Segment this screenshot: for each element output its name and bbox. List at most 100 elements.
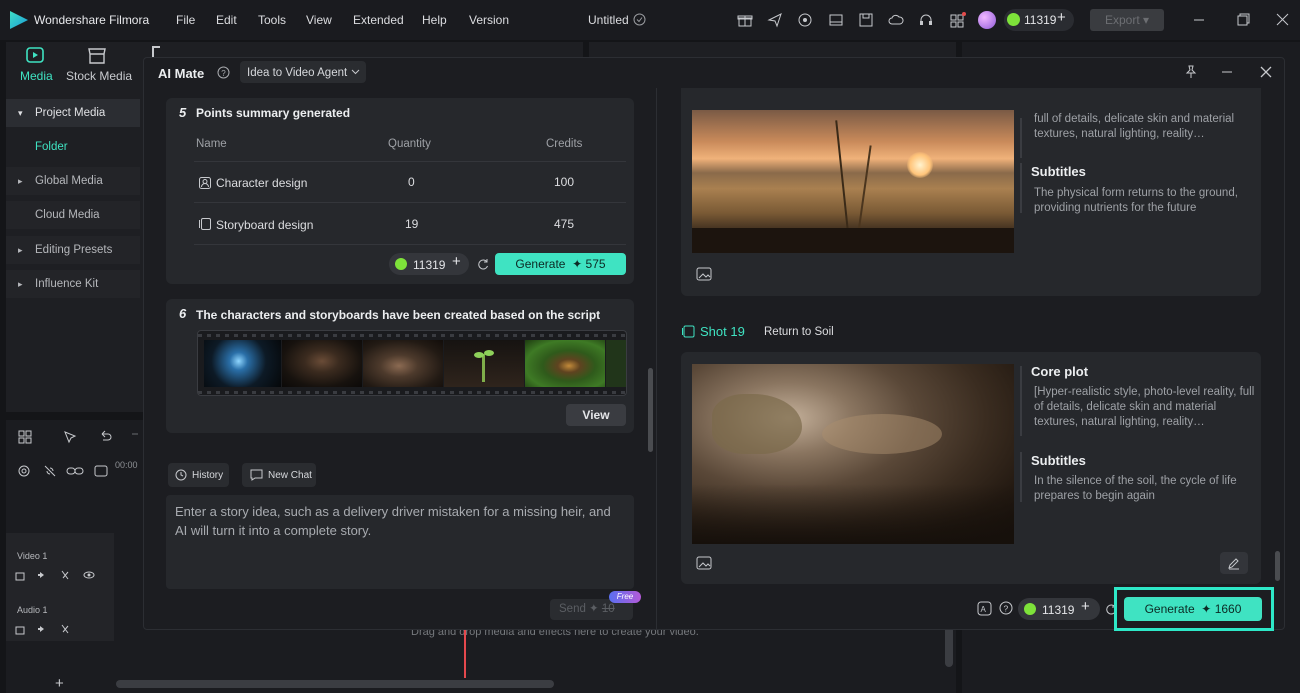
apps-grid-icon[interactable]	[949, 11, 967, 28]
ai-mate-dialog: AI Mate ? Idea to Video Agent 5 Points s…	[143, 57, 1285, 631]
help-icon[interactable]: ?	[217, 66, 230, 79]
gift-icon[interactable]	[737, 12, 753, 28]
cloud-upload-icon[interactable]	[888, 12, 904, 28]
minimize-dialog-icon[interactable]	[1221, 66, 1233, 78]
storyboard-thumbnail[interactable]	[444, 340, 524, 387]
points-summary-card: 5 Points summary generated Name Quantity…	[166, 98, 634, 284]
document-title: Untitled	[588, 13, 629, 27]
close-dialog-icon[interactable]	[1260, 66, 1272, 78]
row-quantity: 0	[408, 175, 415, 189]
storyboard-thumbnail[interactable]	[606, 340, 626, 387]
export-button[interactable]: Export ▾	[1090, 9, 1164, 31]
storyboard-thumbnail[interactable]	[525, 340, 605, 387]
undo-icon[interactable]	[97, 429, 113, 445]
sidebar-item-folder[interactable]: Folder	[6, 133, 140, 161]
sidebar-item-global-media[interactable]: ▸ Global Media	[6, 167, 140, 195]
menu-file[interactable]: File	[176, 13, 195, 27]
sidebar-item-cloud-media[interactable]: Cloud Media	[6, 201, 140, 229]
menu-view[interactable]: View	[306, 13, 332, 27]
shot-title: Return to Soil	[764, 326, 834, 338]
redo-icon[interactable]	[128, 429, 142, 445]
menu-edit[interactable]: Edit	[216, 13, 237, 27]
restore-icon[interactable]	[1237, 13, 1250, 26]
clock-icon	[175, 469, 187, 481]
add-track-icon[interactable]: +	[55, 675, 64, 692]
add-credits-icon[interactable]: +	[1081, 598, 1090, 615]
menu-version[interactable]: Version	[469, 13, 509, 27]
row-quantity: 19	[405, 217, 419, 231]
dialog-title: AI Mate	[158, 66, 205, 81]
storyboard-strip[interactable]	[197, 330, 627, 396]
mode-dropdown-label: Idea to Video Agent	[247, 67, 348, 79]
chat-icon	[250, 469, 263, 481]
media-icon[interactable]	[25, 46, 45, 66]
right-pane-scrollbar[interactable]	[1275, 551, 1280, 581]
subtitles-heading: Subtitles	[1031, 164, 1086, 179]
ai-text-icon[interactable]: A	[977, 601, 992, 616]
subtitles-text: In the silence of the soil, the cycle of…	[1034, 475, 1237, 502]
sidebar-item-influence-kit[interactable]: ▸ Influence Kit	[6, 270, 140, 298]
generate-button[interactable]: Generate ✦ 575	[495, 253, 626, 275]
select-tool-icon[interactable]	[62, 429, 78, 445]
sidebar-item-label: Global Media	[35, 175, 103, 187]
shot-image[interactable]	[692, 110, 1014, 253]
send-feedback-icon[interactable]	[767, 12, 783, 28]
pin-icon[interactable]	[1184, 65, 1198, 79]
add-credits-icon[interactable]: +	[1057, 9, 1066, 26]
save-icon[interactable]	[858, 12, 874, 28]
avatar[interactable]	[978, 11, 996, 29]
history-label: History	[192, 470, 224, 481]
link-icon[interactable]	[66, 463, 84, 479]
view-button[interactable]: View	[566, 404, 626, 426]
playhead[interactable]	[464, 630, 466, 678]
saved-check-icon	[633, 13, 646, 26]
help-icon[interactable]: ?	[999, 601, 1013, 615]
sidebar-item-project-media[interactable]: ▾ Project Media	[6, 99, 140, 127]
grid-view-icon[interactable]	[17, 429, 33, 445]
story-idea-placeholder: Enter a story idea, such as a delivery d…	[175, 504, 611, 538]
shot-image[interactable]	[692, 364, 1014, 544]
title-bar: Wondershare Filmora File Edit Tools View…	[0, 0, 1300, 40]
headset-icon[interactable]	[918, 12, 934, 28]
story-idea-input[interactable]: Enter a story idea, such as a delivery d…	[166, 495, 634, 589]
step-title: Points summary generated	[196, 106, 351, 120]
caret-right-icon: ▸	[18, 176, 23, 186]
storyboard-thumbnail[interactable]	[363, 340, 443, 387]
track-settings-icon[interactable]	[16, 463, 32, 479]
timeline-vertical-scrollbar[interactable]	[945, 625, 953, 667]
stock-media-icon[interactable]	[87, 46, 107, 66]
tab-media[interactable]: Media	[20, 69, 53, 83]
storyboard-thumbnail[interactable]	[204, 340, 281, 387]
timeline-horizontal-scrollbar[interactable]	[116, 680, 554, 688]
sidebar-item-editing-presets[interactable]: ▸ Editing Presets	[6, 236, 140, 264]
refresh-icon[interactable]	[477, 258, 489, 270]
video-track-controls[interactable]	[15, 569, 99, 581]
text-divider	[1020, 163, 1022, 213]
marker-icon[interactable]	[93, 463, 109, 479]
film-perforation	[198, 334, 626, 337]
minimize-icon[interactable]	[1193, 14, 1205, 26]
shot-label: Shot 19	[700, 324, 745, 339]
image-replace-icon[interactable]	[696, 267, 712, 281]
image-replace-icon[interactable]	[696, 556, 712, 570]
row-name: Character design	[216, 176, 308, 190]
tab-stock-media[interactable]: Stock Media	[66, 69, 132, 83]
menu-extended[interactable]: Extended	[353, 13, 404, 27]
unlink-icon[interactable]	[42, 463, 58, 479]
close-window-icon[interactable]	[1276, 13, 1289, 26]
community-icon[interactable]	[797, 12, 813, 28]
menu-tools[interactable]: Tools	[258, 13, 286, 27]
audio-track-controls[interactable]	[15, 623, 75, 635]
menu-help[interactable]: Help	[422, 13, 447, 27]
left-pane-scrollbar[interactable]	[648, 368, 653, 452]
caret-right-icon: ▸	[18, 245, 23, 255]
add-credits-icon[interactable]: +	[452, 253, 461, 270]
layout-icon[interactable]	[828, 12, 844, 28]
generate-button[interactable]: Generate ✦ 1660	[1124, 597, 1262, 621]
sparkle-icon: ✦	[572, 257, 583, 271]
shot-card: full of details, delicate skin and mater…	[681, 88, 1261, 296]
generate-label: Generate	[1144, 602, 1195, 616]
storyboard-thumbnail[interactable]	[282, 340, 362, 387]
row-name: Storyboard design	[216, 218, 314, 232]
film-perforation	[198, 391, 626, 394]
